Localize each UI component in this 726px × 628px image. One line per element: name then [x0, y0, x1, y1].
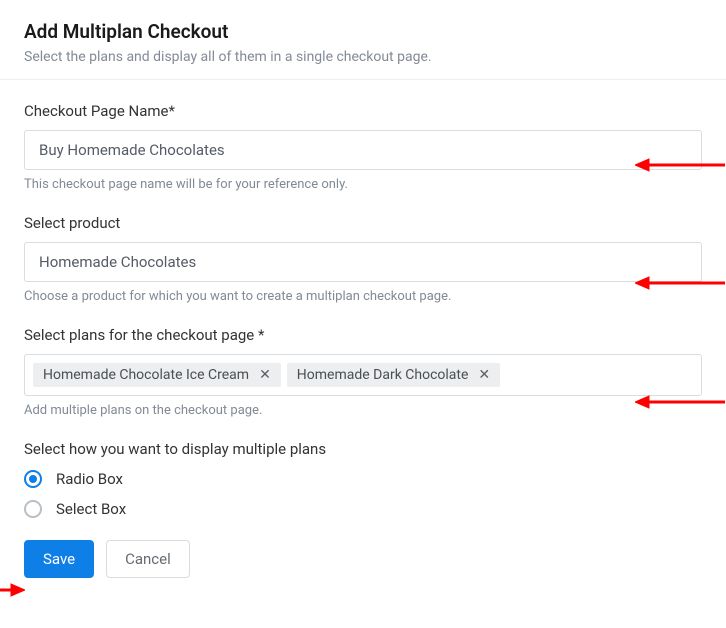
- cancel-button[interactable]: Cancel: [106, 540, 190, 578]
- plan-chip: Homemade Chocolate Ice Cream ✕: [33, 363, 281, 387]
- radio-label: Select Box: [56, 500, 126, 518]
- plan-chip-label: Homemade Chocolate Ice Cream: [43, 367, 249, 383]
- product-select[interactable]: Homemade Chocolates: [24, 242, 702, 282]
- radio-circle-icon: [24, 500, 42, 518]
- page-title: Add Multiplan Checkout: [24, 20, 702, 43]
- product-help: Choose a product for which you want to c…: [24, 289, 702, 304]
- save-button[interactable]: Save: [24, 540, 94, 578]
- form-body: Checkout Page Name* This checkout page n…: [0, 80, 726, 578]
- display-radio-group: Radio Box Select Box: [24, 470, 702, 518]
- radio-label: Radio Box: [56, 470, 123, 488]
- form-header: Add Multiplan Checkout Select the plans …: [0, 0, 726, 80]
- remove-chip-icon[interactable]: ✕: [257, 368, 273, 382]
- product-label: Select product: [24, 214, 702, 232]
- plans-label: Select plans for the checkout page *: [24, 326, 702, 344]
- annotation-arrow-icon: [0, 582, 25, 602]
- page-name-label: Checkout Page Name*: [24, 102, 702, 120]
- plan-chip: Homemade Dark Chocolate ✕: [287, 363, 500, 387]
- radio-option-selectbox[interactable]: Select Box: [24, 500, 702, 518]
- plan-chip-label: Homemade Dark Chocolate: [297, 367, 469, 383]
- page-name-help: This checkout page name will be for your…: [24, 177, 702, 192]
- field-product: Select product Homemade Chocolates Choos…: [24, 214, 702, 304]
- field-display: Select how you want to display multiple …: [24, 440, 702, 518]
- button-row: Save Cancel: [24, 540, 702, 578]
- plans-help: Add multiple plans on the checkout page.: [24, 403, 702, 418]
- radio-circle-icon: [24, 470, 42, 488]
- field-page-name: Checkout Page Name* This checkout page n…: [24, 102, 702, 192]
- field-plans: Select plans for the checkout page * Hom…: [24, 326, 702, 418]
- radio-dot-icon: [29, 475, 37, 483]
- plans-chip-input[interactable]: Homemade Chocolate Ice Cream ✕ Homemade …: [24, 354, 702, 396]
- page-name-input[interactable]: [24, 130, 702, 170]
- page-subtitle: Select the plans and display all of them…: [24, 49, 702, 65]
- radio-option-radiobox[interactable]: Radio Box: [24, 470, 702, 488]
- remove-chip-icon[interactable]: ✕: [476, 368, 492, 382]
- display-label: Select how you want to display multiple …: [24, 440, 702, 458]
